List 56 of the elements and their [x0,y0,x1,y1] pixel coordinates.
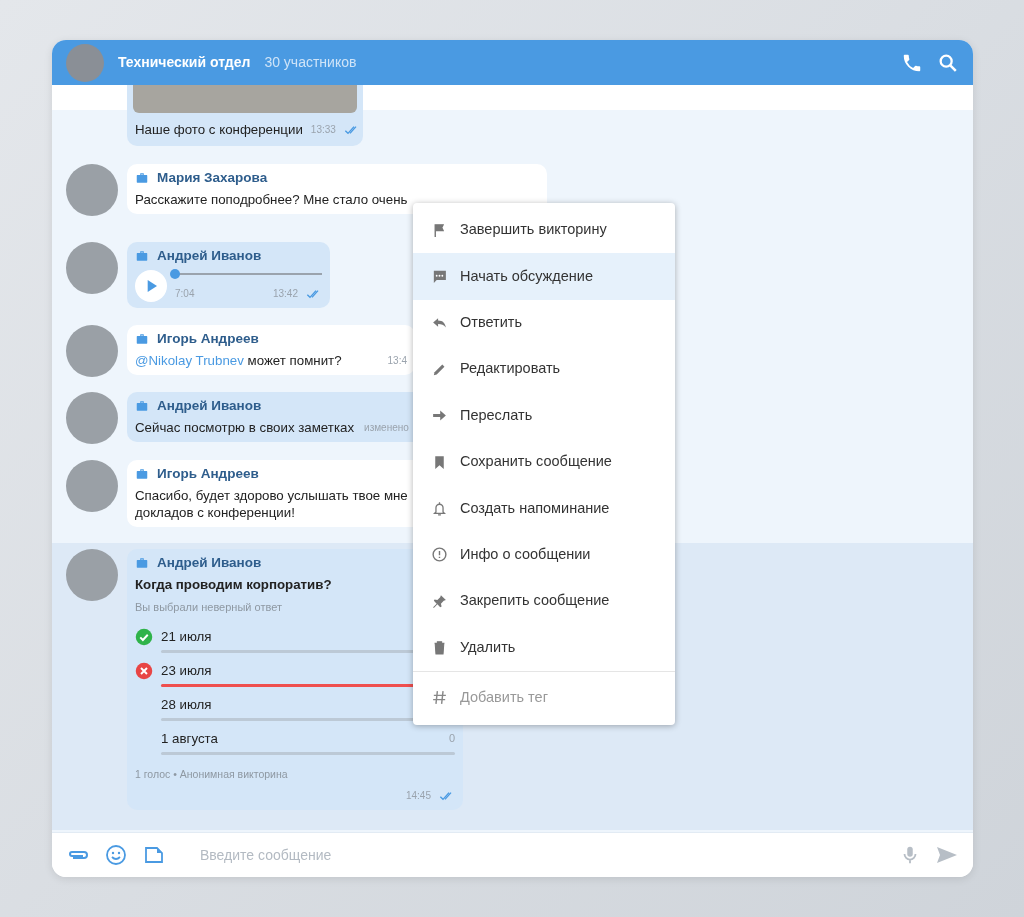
info-icon [431,546,448,564]
menu-item[interactable]: Сохранить сообщение [413,438,675,486]
message-time: изменено [364,421,409,435]
poll-option-label: 21 июля [161,628,212,645]
avatar [66,549,118,601]
briefcase-icon [135,555,149,570]
message-text: Сейчас посмотрю в своих заметках [135,419,355,436]
vote-count: 0 [448,731,455,746]
message-time: 14:45 [405,789,431,803]
avatar [66,392,118,444]
message-time: 13:42 [272,287,298,301]
poll-question: Когда проводим корпоратив? [135,576,332,593]
briefcase-icon [135,466,149,481]
menu-item[interactable]: Удалить [413,624,675,671]
author-name: Мария Захарова [157,169,268,186]
bell-icon [431,500,448,518]
menu-item[interactable]: Создать напоминание [413,485,675,532]
poll-option-label: 23 июля [161,662,212,679]
author-name: Андрей Иванов [157,554,262,571]
menu-item[interactable]: Завершить викторину [413,207,675,254]
hash-icon [431,688,448,706]
audio-progress-thumb[interactable] [170,269,180,279]
member-count: 30 участников [264,53,357,72]
message-text: Расскажите поподробнее? Мне стало очень [135,191,408,208]
message-time: 13:33 [310,123,336,137]
message-text: Спасибо, будет здорово услышать твое мне докладов с конференции! [135,487,408,521]
menu-item[interactable]: Инфо о сообщении [413,531,675,579]
emoji-icon[interactable] [104,843,128,867]
message-time: 13:4 [387,354,407,368]
message-text: @Nikolay Trubnev может помнит? [135,352,342,369]
poll-option-label: 28 июля [161,696,212,713]
menu-item[interactable]: Начать обсуждение [413,253,675,300]
chat-title: Технический отдел [118,53,251,72]
menu-item[interactable]: Переслать [413,392,675,439]
audio-duration: 7:04 [175,287,195,301]
avatar [66,242,118,294]
avatar [66,460,118,512]
author-name: Андрей Иванов [157,247,262,264]
briefcase-icon [135,170,149,185]
poll-note: Вы выбрали неверный ответ [135,600,282,615]
group-avatar [66,43,104,82]
briefcase-icon [135,248,149,263]
briefcase-icon [135,398,149,413]
avatar [66,325,118,377]
author-name: Игорь Андреев [157,465,259,482]
message-text: Наше фото с конференции [135,121,303,138]
menu-item[interactable]: Закрепить сообщение [413,578,675,625]
briefcase-icon [135,331,149,346]
play-button[interactable] [135,269,167,302]
avatar [66,164,118,216]
menu-item[interactable]: Ответить [413,299,675,347]
author-name: Андрей Иванов [157,397,262,414]
poll-option-label: 1 августа [161,730,218,747]
poll-footer: 1 голос • Анонимная викторина [135,766,288,783]
author-name: Игорь Андреев [157,330,259,347]
menu-item[interactable]: Редактировать [413,346,675,393]
